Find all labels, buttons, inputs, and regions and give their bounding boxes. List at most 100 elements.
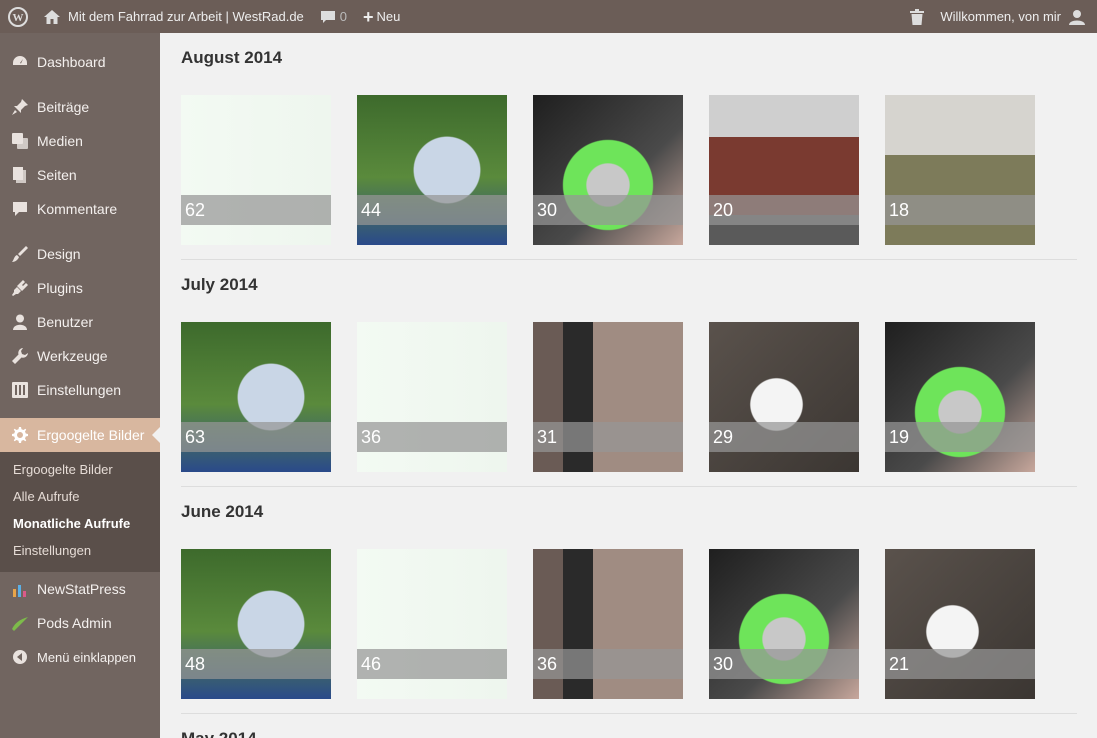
menu-label: Kommentare xyxy=(37,201,118,217)
thumbnail-row: 63 36 31 29 19 xyxy=(181,322,1077,472)
site-name-link[interactable]: Mit dem Fahrrad zur Arbeit | WestRad.de xyxy=(36,0,312,33)
pods-icon xyxy=(11,614,29,632)
month-section: June 2014 48 46 36 30 21 xyxy=(181,487,1077,714)
menu-label: Benutzer xyxy=(37,314,94,330)
comment-bubble-icon xyxy=(320,10,336,24)
image-thumbnail[interactable]: 19 xyxy=(885,322,1035,472)
menu-comments[interactable]: Kommentare xyxy=(0,192,160,226)
greeting-text: Willkommen, von mir xyxy=(940,9,1061,24)
menu-pods-admin[interactable]: Pods Admin xyxy=(0,606,160,640)
brush-icon xyxy=(11,245,29,263)
menu-dashboard[interactable]: Dashboard xyxy=(0,45,160,79)
trash-link[interactable] xyxy=(902,0,932,33)
month-title: June 2014 xyxy=(181,502,264,521)
menu-design[interactable]: Design xyxy=(0,237,160,271)
comment-icon xyxy=(11,200,29,218)
wordpress-logo-icon[interactable]: W xyxy=(0,0,36,33)
new-content-button[interactable]: + Neu xyxy=(355,0,408,33)
image-thumbnail[interactable]: 30 xyxy=(709,549,859,699)
image-thumbnail[interactable]: 20 xyxy=(709,95,859,245)
settings-icon xyxy=(11,381,29,399)
submenu-einstellungen[interactable]: Einstellungen xyxy=(0,537,160,564)
view-count: 46 xyxy=(357,649,507,679)
plus-icon: + xyxy=(363,6,374,27)
month-section: July 2014 63 36 31 29 19 xyxy=(181,260,1077,487)
menu-label: NewStatPress xyxy=(37,581,126,597)
media-icon xyxy=(11,132,29,150)
menu-ergoogelte-bilder[interactable]: Ergoogelte Bilder xyxy=(0,418,160,452)
menu-newstatpress[interactable]: NewStatPress xyxy=(0,572,160,606)
menu-label: Seiten xyxy=(37,167,77,183)
image-thumbnail[interactable]: 18 xyxy=(885,95,1035,245)
user-icon xyxy=(11,313,29,331)
view-count: 36 xyxy=(357,422,507,452)
month-title: August 2014 xyxy=(181,48,283,67)
menu-tools[interactable]: Werkzeuge xyxy=(0,339,160,373)
menu-label: Werkzeuge xyxy=(37,348,108,364)
menu-label: Pods Admin xyxy=(37,615,112,631)
user-avatar-icon xyxy=(1069,9,1085,25)
image-thumbnail[interactable]: 29 xyxy=(709,322,859,472)
image-thumbnail[interactable]: 30 xyxy=(533,95,683,245)
menu-label: Plugins xyxy=(37,280,83,296)
image-thumbnail[interactable]: 44 xyxy=(357,95,507,245)
menu-media[interactable]: Medien xyxy=(0,124,160,158)
image-thumbnail[interactable]: 48 xyxy=(181,549,331,699)
month-section: August 2014 62 44 30 20 18 xyxy=(181,33,1077,260)
main-content: August 2014 62 44 30 20 18 July 2014 63 36 31 29 19… xyxy=(160,33,1097,738)
wrench-icon xyxy=(11,347,29,365)
view-count: 31 xyxy=(533,422,683,452)
image-thumbnail[interactable]: 62 xyxy=(181,95,331,245)
submenu: Ergoogelte Bilder Alle Aufrufe Monatlich… xyxy=(0,452,160,572)
comments-link[interactable]: 0 xyxy=(312,0,355,33)
plugin-icon xyxy=(11,279,29,297)
collapse-icon xyxy=(11,648,29,666)
menu-pages[interactable]: Seiten xyxy=(0,158,160,192)
image-thumbnail[interactable]: 31 xyxy=(533,322,683,472)
image-thumbnail[interactable]: 46 xyxy=(357,549,507,699)
menu-posts[interactable]: Beiträge xyxy=(0,90,160,124)
image-thumbnail[interactable]: 63 xyxy=(181,322,331,472)
gear-icon xyxy=(11,426,29,444)
menu-label: Dashboard xyxy=(37,54,106,70)
menu-label: Einstellungen xyxy=(37,382,122,398)
comments-count: 0 xyxy=(339,9,348,24)
home-icon xyxy=(44,9,60,24)
view-count: 30 xyxy=(533,195,683,225)
view-count: 20 xyxy=(709,195,859,225)
image-thumbnail[interactable]: 36 xyxy=(533,549,683,699)
svg-text:W: W xyxy=(13,12,24,24)
view-count: 18 xyxy=(885,195,1035,225)
month-section: May 2014 xyxy=(181,714,1077,738)
view-count: 21 xyxy=(885,649,1035,679)
menu-users[interactable]: Benutzer xyxy=(0,305,160,339)
view-count: 63 xyxy=(181,422,331,452)
pin-icon xyxy=(11,98,29,116)
pages-icon xyxy=(11,166,29,184)
chart-icon xyxy=(11,580,29,598)
dashboard-icon xyxy=(11,53,29,71)
menu-plugins[interactable]: Plugins xyxy=(0,271,160,305)
admin-bar: W Mit dem Fahrrad zur Arbeit | WestRad.d… xyxy=(0,0,1097,33)
menu-collapse[interactable]: Menü einklappen xyxy=(0,640,160,674)
image-thumbnail[interactable]: 21 xyxy=(885,549,1035,699)
view-count: 48 xyxy=(181,649,331,679)
site-title: Mit dem Fahrrad zur Arbeit | WestRad.de xyxy=(68,9,304,24)
view-count: 62 xyxy=(181,195,331,225)
view-count: 19 xyxy=(885,422,1035,452)
view-count: 29 xyxy=(709,422,859,452)
menu-label: Medien xyxy=(37,133,83,149)
month-title: July 2014 xyxy=(181,275,258,294)
menu-label: Menü einklappen xyxy=(37,649,137,665)
admin-sidebar: Dashboard Beiträge Medien Seiten Komment… xyxy=(0,33,160,738)
submenu-monatliche-aufrufe[interactable]: Monatliche Aufrufe xyxy=(0,510,160,537)
menu-settings[interactable]: Einstellungen xyxy=(0,373,160,407)
view-count: 36 xyxy=(533,649,683,679)
submenu-alle-aufrufe[interactable]: Alle Aufrufe xyxy=(0,483,160,510)
view-count: 30 xyxy=(709,649,859,679)
month-title: May 2014 xyxy=(181,714,1077,738)
thumbnail-row: 48 46 36 30 21 xyxy=(181,549,1077,699)
account-menu[interactable]: Willkommen, von mir xyxy=(932,0,1097,33)
image-thumbnail[interactable]: 36 xyxy=(357,322,507,472)
submenu-ergoogelte-bilder[interactable]: Ergoogelte Bilder xyxy=(0,456,160,483)
